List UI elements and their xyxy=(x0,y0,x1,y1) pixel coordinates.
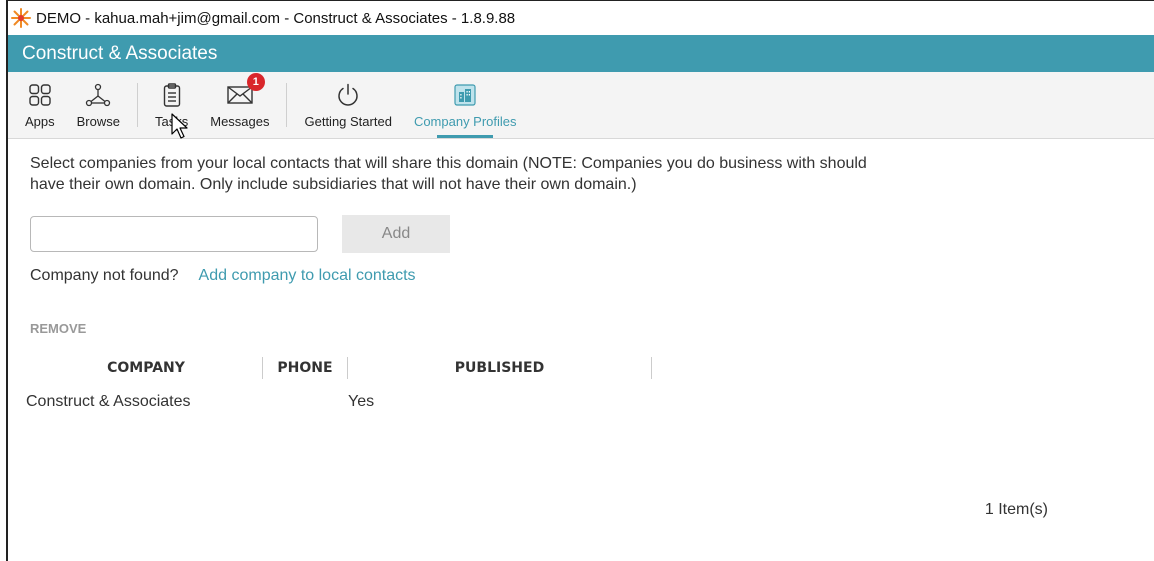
add-button[interactable]: Add xyxy=(342,215,450,253)
column-header-company[interactable]: COMPANY xyxy=(30,357,263,379)
toolbar-apps[interactable]: Apps xyxy=(14,72,66,138)
toolbar-messages[interactable]: 1 Messages xyxy=(199,72,280,138)
company-not-found-text: Company not found? xyxy=(30,267,179,284)
app-window: DEMO - kahua.mah+jim@gmail.com - Constru… xyxy=(6,0,1154,561)
toolbar-company-profiles[interactable]: Company Profiles xyxy=(403,72,528,138)
column-header-published[interactable]: PUBLISHED xyxy=(348,357,652,379)
apps-grid-icon xyxy=(29,79,51,111)
power-icon xyxy=(336,79,360,111)
app-logo-icon xyxy=(11,8,31,28)
window-titlebar: DEMO - kahua.mah+jim@gmail.com - Constru… xyxy=(8,1,1154,35)
toolbar-apps-label: Apps xyxy=(25,114,55,129)
cell-company: Construct & Associates xyxy=(26,393,191,410)
messages-badge: 1 xyxy=(246,73,265,91)
app-header: Construct & Associates xyxy=(8,35,1154,72)
app-header-title: Construct & Associates xyxy=(22,42,218,64)
toolbar-getting-started-label: Getting Started xyxy=(304,114,392,129)
table-row[interactable]: Construct & Associates Yes xyxy=(26,393,1154,411)
add-company-to-contacts-link[interactable]: Add company to local contacts xyxy=(199,267,416,285)
cell-published: Yes xyxy=(348,393,375,410)
table-header: COMPANY PHONE PUBLISHED xyxy=(30,357,1154,379)
envelope-icon: 1 xyxy=(227,73,265,111)
remove-button[interactable]: REMOVE xyxy=(30,321,1154,336)
column-header-phone[interactable]: PHONE xyxy=(263,357,348,379)
browse-network-icon xyxy=(85,79,111,111)
toolbar-messages-label: Messages xyxy=(210,114,270,129)
toolbar-divider xyxy=(137,83,138,127)
add-company-row: Add xyxy=(30,215,1154,253)
toolbar-getting-started[interactable]: Getting Started xyxy=(293,72,402,138)
toolbar-divider xyxy=(286,83,288,127)
toolbar-browse[interactable]: Browse xyxy=(66,72,131,138)
item-count: 1 Item(s) xyxy=(984,501,1048,518)
company-search-input[interactable] xyxy=(30,216,318,252)
toolbar-company-profiles-label: Company Profiles xyxy=(413,114,517,129)
building-icon xyxy=(454,79,476,111)
window-title: DEMO - kahua.mah+jim@gmail.com - Constru… xyxy=(36,9,516,27)
main-content: Select companies from your local contact… xyxy=(8,139,1154,411)
company-not-found-row: Company not found? Add company to local … xyxy=(30,267,1154,285)
toolbar-browse-label: Browse xyxy=(76,114,120,129)
clipboard-icon xyxy=(163,79,181,111)
mouse-cursor-icon xyxy=(171,113,188,139)
instructions-text: Select companies from your local contact… xyxy=(30,155,867,193)
